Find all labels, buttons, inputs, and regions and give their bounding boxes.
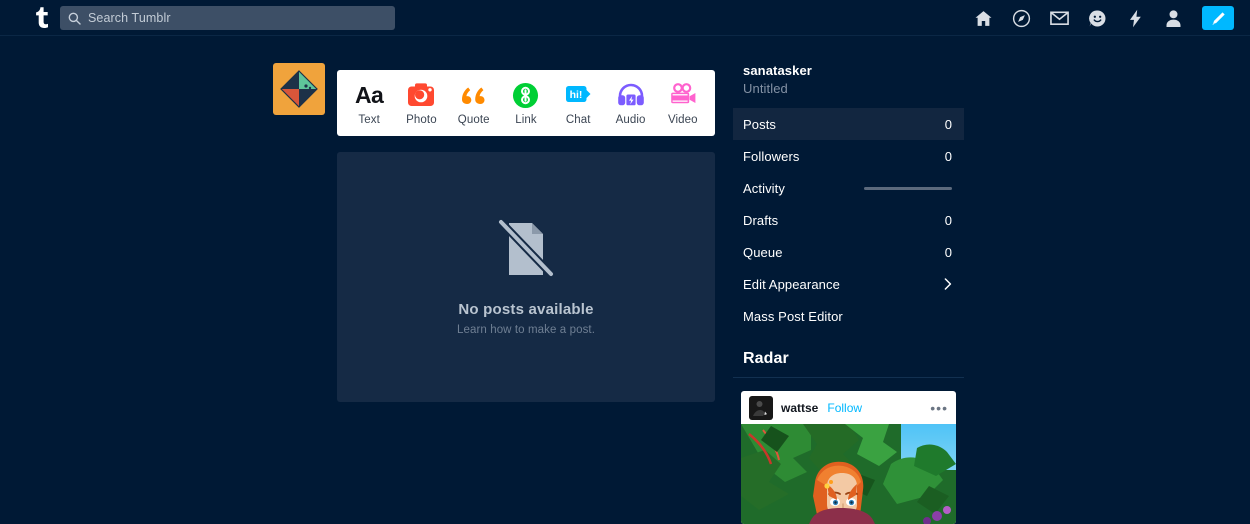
- inbox-icon[interactable]: [1040, 0, 1078, 36]
- sidebar-item-activity[interactable]: Activity: [733, 172, 964, 204]
- sidebar-menu: Posts 0 Followers 0 Activity Drafts 0 Qu…: [733, 108, 964, 332]
- sidebar-item-drafts[interactable]: Drafts 0: [733, 204, 964, 236]
- radar-post-card: wattse Follow •••: [741, 391, 956, 524]
- radar-heading: Radar: [733, 350, 964, 378]
- quote-icon: [460, 80, 488, 110]
- post-type-photo[interactable]: Photo: [396, 80, 446, 126]
- post-type-label: Link: [515, 114, 537, 126]
- radar-more-options-icon[interactable]: •••: [930, 401, 948, 415]
- activity-loading-bar: [864, 186, 952, 190]
- explore-icon[interactable]: [1002, 0, 1040, 36]
- post-type-label: Photo: [406, 114, 437, 126]
- post-type-label: Audio: [615, 114, 646, 126]
- post-type-audio[interactable]: Audio: [606, 80, 656, 126]
- post-type-quote[interactable]: Quote: [449, 80, 499, 126]
- radar-post-header: wattse Follow •••: [741, 391, 956, 424]
- radar-blog-avatar[interactable]: [749, 395, 773, 420]
- post-type-link[interactable]: Link: [501, 80, 551, 126]
- messaging-icon[interactable]: [1078, 0, 1116, 36]
- top-navigation-bar: [0, 0, 1250, 36]
- video-camera-icon: [669, 80, 697, 110]
- account-icon[interactable]: [1154, 0, 1192, 36]
- sidebar-item-count: 0: [944, 212, 952, 228]
- sidebar-item-label: Edit Appearance: [743, 276, 840, 292]
- radar-follow-button[interactable]: Follow: [827, 401, 862, 415]
- sidebar-item-followers[interactable]: Followers 0: [733, 140, 964, 172]
- post-type-label: Video: [667, 114, 698, 126]
- radar-post-image[interactable]: [741, 424, 956, 524]
- search-box[interactable]: [60, 6, 395, 30]
- post-type-label: Text: [358, 114, 380, 126]
- search-input[interactable]: [88, 11, 387, 25]
- sidebar-item-mass-post-editor[interactable]: Mass Post Editor: [733, 300, 964, 332]
- sidebar-item-label: Followers: [743, 148, 800, 164]
- search-icon: [68, 12, 81, 25]
- sidebar-username[interactable]: sanatasker: [733, 63, 964, 78]
- sidebar-item-label: Mass Post Editor: [743, 308, 843, 324]
- headphones-icon: [617, 80, 645, 110]
- chevron-right-icon: [944, 278, 952, 290]
- sidebar-item-label: Drafts: [743, 212, 779, 228]
- no-posts-document-slash-icon: [495, 218, 557, 285]
- sidebar-item-label: Activity: [743, 180, 785, 196]
- tumblr-logo[interactable]: [26, 6, 56, 29]
- post-type-label: Quote: [457, 114, 490, 126]
- compose-pencil-icon[interactable]: [1202, 6, 1234, 30]
- chat-bubble-icon: hi!: [564, 80, 592, 110]
- content-area: Aa Text Photo Quote Link hi! Chat Audio …: [0, 37, 1250, 524]
- right-sidebar: sanatasker Untitled Posts 0 Followers 0 …: [733, 63, 964, 524]
- post-composer: Aa Text Photo Quote Link hi! Chat Audio …: [337, 70, 715, 136]
- activity-icon[interactable]: [1116, 0, 1154, 36]
- text-aa-icon: Aa: [354, 81, 384, 108]
- sidebar-item-count: 0: [944, 148, 952, 164]
- sidebar-item-queue[interactable]: Queue 0: [733, 236, 964, 268]
- empty-state-title: No posts available: [458, 301, 594, 318]
- empty-state-subtitle[interactable]: Learn how to make a post.: [457, 324, 595, 336]
- post-type-text[interactable]: Aa Text: [344, 80, 394, 126]
- sidebar-item-count: 0: [944, 116, 952, 132]
- post-type-chat[interactable]: hi! Chat: [553, 80, 603, 126]
- sidebar-item-label: Posts: [743, 116, 777, 132]
- post-type-label: Chat: [565, 114, 591, 126]
- post-type-video[interactable]: Video: [658, 80, 708, 126]
- link-chain-icon: [512, 80, 539, 110]
- svg-text:hi!: hi!: [570, 89, 583, 101]
- sidebar-item-count: 0: [944, 244, 952, 260]
- radar-blog-name[interactable]: wattse: [781, 401, 818, 415]
- sidebar-item-label: Queue: [743, 244, 783, 260]
- sidebar-item-edit-appearance[interactable]: Edit Appearance: [733, 268, 964, 300]
- camera-icon: [407, 80, 435, 110]
- avatar[interactable]: [273, 63, 325, 115]
- sidebar-item-posts[interactable]: Posts 0: [733, 108, 964, 140]
- home-icon[interactable]: [964, 0, 1002, 36]
- posts-feed-panel: No posts available Learn how to make a p…: [337, 152, 715, 402]
- sidebar-blog-title: Untitled: [743, 81, 788, 96]
- nav-icon-group: [964, 0, 1240, 36]
